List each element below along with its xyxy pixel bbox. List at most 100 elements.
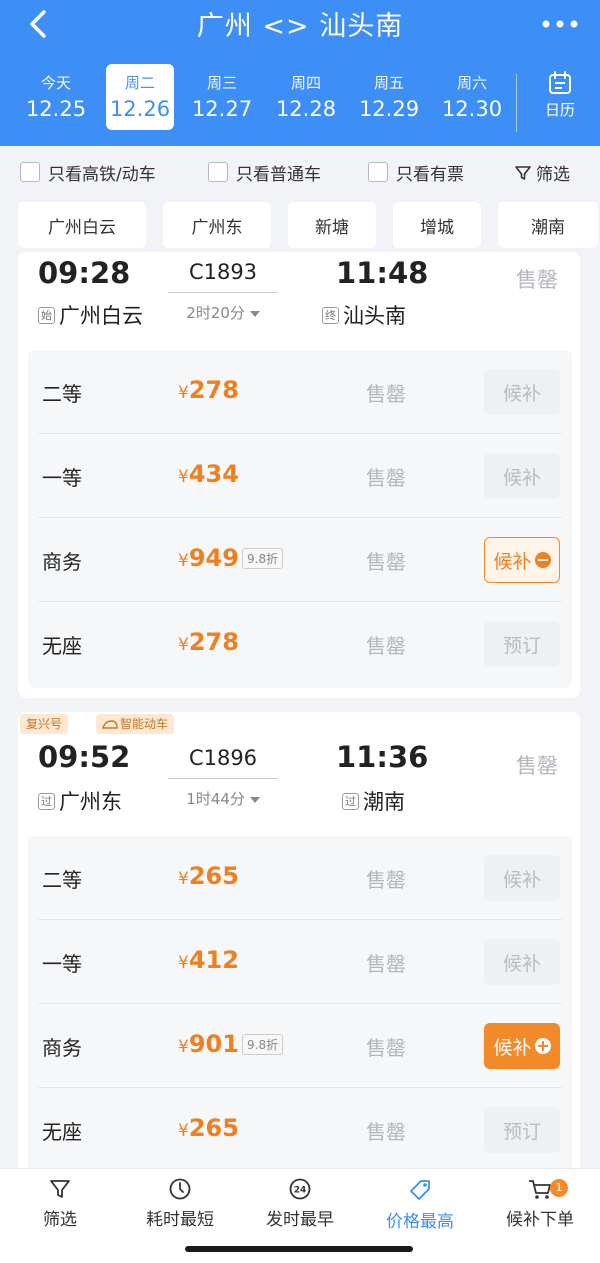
train-icon [102, 720, 118, 729]
date-day: 12.26 [109, 97, 171, 121]
filter-row: 只看高铁/动车 只看普通车 只看有票 筛选 [0, 146, 600, 196]
depart-station: 始 广州白云 [38, 300, 143, 330]
date-tab-selected[interactable]: 周二 12.26 [106, 64, 174, 130]
waitlist-button[interactable]: 候补 [484, 939, 560, 985]
seat-price: ¥278 [178, 628, 239, 656]
earliest-departure-button[interactable]: 24 发时最早 [240, 1177, 360, 1230]
station-chip[interactable]: 广州东 [163, 202, 271, 248]
seat-row[interactable]: 商务 ¥949 9.8折 售罄 候补 [28, 518, 572, 602]
currency: ¥ [178, 635, 189, 655]
waitlist-button[interactable]: 候补 [484, 1023, 560, 1069]
date-tab[interactable]: 周五 12.29 [355, 64, 423, 130]
seat-price: ¥278 [178, 376, 239, 404]
shortest-duration-label: 耗时最短 [146, 1210, 214, 1230]
shortest-duration-button[interactable]: 耗时最短 [120, 1177, 240, 1230]
waitlist-label: 候补 [493, 550, 532, 573]
discount-badge: 9.8折 [242, 1034, 284, 1055]
duration[interactable]: 2时20分 [168, 302, 278, 323]
seat-list: 二等 ¥278 售罄 候补 一等 ¥434 售罄 候补 商务 ¥949 9.8折… [28, 350, 572, 688]
filter-label: 筛选 [536, 165, 570, 185]
seat-list: 二等 ¥265 售罄 候补 一等 ¥412 售罄 候补 商务 ¥901 9.8折… [28, 836, 572, 1182]
duration-text: 2时20分 [186, 304, 245, 322]
filter-sort-button[interactable]: 筛选 [0, 1177, 120, 1230]
station-chips: 广州白云 广州东 新塘 增城 潮南 [18, 202, 600, 250]
seat-price: ¥949 [178, 544, 239, 572]
filter-button[interactable]: 筛选 [514, 160, 570, 185]
date-weekday: 周六 [456, 74, 487, 92]
seat-class: 无座 [42, 634, 82, 658]
calendar-button[interactable]: 日历 [528, 70, 592, 130]
date-tab[interactable]: 周六 12.30 [438, 64, 506, 130]
more-dots-icon[interactable] [540, 14, 580, 34]
date-weekday: 周四 [290, 74, 321, 92]
station-chip[interactable]: 新塘 [288, 202, 376, 248]
seat-status: 售罄 [366, 868, 406, 892]
book-button[interactable]: 预订 [484, 621, 560, 667]
duration[interactable]: 1时44分 [168, 788, 278, 809]
waitlist-order-button[interactable]: 1 候补下单 [480, 1177, 600, 1230]
calendar-label: 日历 [544, 101, 575, 119]
page-title: 广州 <> 汕头南 [196, 11, 404, 42]
seat-row[interactable]: 一等 ¥412 售罄 候补 [28, 920, 572, 1004]
waitlist-button[interactable]: 候补 [484, 369, 560, 415]
normal-only-checkbox[interactable]: 只看普通车 [208, 160, 321, 185]
date-tab[interactable]: 周四 12.28 [272, 64, 340, 130]
high-speed-only-checkbox[interactable]: 只看高铁/动车 [20, 160, 156, 185]
fuxing-tag: 复兴号 [20, 714, 69, 734]
seat-price: ¥901 [178, 1030, 239, 1058]
date-tab[interactable]: 周三 12.27 [188, 64, 256, 130]
waitlist-button[interactable]: 候补 [484, 453, 560, 499]
depart-time: 09:52 [38, 740, 131, 774]
depart-station-name: 广州东 [59, 790, 122, 814]
waitlist-button[interactable]: 候补 [484, 537, 560, 583]
seat-class: 一等 [42, 466, 82, 490]
checkbox-box[interactable] [20, 162, 40, 182]
currency: ¥ [178, 551, 189, 571]
station-chip[interactable]: 广州白云 [18, 202, 146, 248]
checkbox-box[interactable] [368, 162, 388, 182]
waitlist-order-label: 候补下单 [506, 1210, 574, 1230]
seat-price: ¥265 [178, 1114, 239, 1142]
station-chip[interactable]: 潮南 [498, 202, 598, 248]
price-value: 278 [188, 628, 239, 656]
seat-row[interactable]: 二等 ¥265 售罄 候补 [28, 836, 572, 920]
arrive-station: 过 潮南 [342, 786, 405, 816]
train-card[interactable]: 09:28 C1893 2时20分 11:48 始 广州白云 终 汕头南 售罄 … [18, 252, 580, 698]
seat-row[interactable]: 商务 ¥901 9.8折 售罄 候补 [28, 1004, 572, 1088]
currency: ¥ [178, 383, 189, 403]
arrive-station-name: 潮南 [363, 790, 405, 814]
waitlist-button[interactable]: 候补 [484, 855, 560, 901]
checkbox-box[interactable] [208, 162, 228, 182]
train-number[interactable]: C1893 [168, 260, 278, 284]
date-tab[interactable]: 今天 12.25 [22, 64, 90, 130]
minus-circle-icon [534, 552, 551, 568]
seat-row[interactable]: 无座 ¥278 售罄 预订 [28, 602, 572, 686]
origin-badge: 始 [38, 306, 55, 324]
pass-badge: 过 [342, 792, 359, 810]
seat-class: 二等 [42, 382, 82, 406]
pass-badge: 过 [38, 792, 55, 810]
currency: ¥ [178, 467, 189, 487]
price-value: 901 [188, 1030, 239, 1058]
seat-row[interactable]: 一等 ¥434 售罄 候补 [28, 434, 572, 518]
seat-row[interactable]: 二等 ¥278 售罄 候补 [28, 350, 572, 434]
available-only-checkbox[interactable]: 只看有票 [368, 160, 464, 185]
station-chip[interactable]: 增城 [393, 202, 481, 248]
highest-price-button[interactable]: 价格最高 [360, 1177, 480, 1232]
date-day: 12.29 [358, 97, 420, 121]
seat-class: 商务 [42, 550, 82, 574]
seat-status: 售罄 [366, 952, 406, 976]
seat-status: 售罄 [366, 1120, 406, 1144]
book-button[interactable]: 预订 [484, 1107, 560, 1153]
plus-circle-icon [534, 1038, 551, 1054]
waitlist-label: 候补 [493, 1036, 532, 1059]
seat-row[interactable]: 无座 ¥265 售罄 预订 [28, 1088, 572, 1172]
duration-text: 1时44分 [186, 790, 245, 808]
seat-status: 售罄 [366, 634, 406, 658]
date-weekday: 周二 [124, 74, 155, 92]
train-card[interactable]: 复兴号 智能动车 09:52 C1896 1时44分 11:36 过 广州东 过… [18, 712, 580, 1182]
filter-sort-label: 筛选 [43, 1210, 77, 1230]
depart-station-name: 广州白云 [59, 304, 143, 328]
seat-status: 售罄 [366, 466, 406, 490]
train-number[interactable]: C1896 [168, 746, 278, 770]
